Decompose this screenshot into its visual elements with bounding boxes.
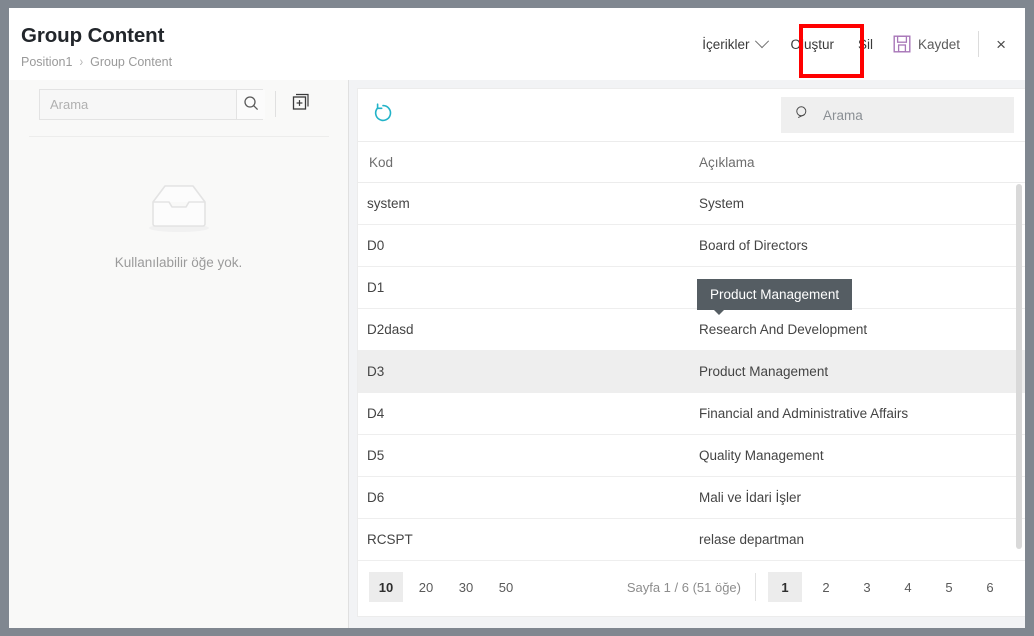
page-size-50[interactable]: 50 [489,572,523,602]
table-row[interactable]: D2dasd Research And Development [358,309,1025,351]
cell-aciklama: relase departman [690,532,1025,547]
search-icon [795,105,810,125]
page-4[interactable]: 4 [891,572,925,602]
table-row[interactable]: D5 Quality Management [358,435,1025,477]
grid-search-input[interactable] [821,107,1002,124]
cell-kod: D2dasd [358,322,690,337]
header-actions: İçerikler Oluştur Sil Kaydet [692,8,1015,80]
table-row[interactable]: D3 Product Management [358,351,1025,393]
page-size-10[interactable]: 10 [369,572,403,602]
dialog-window: Group Content Position1 › Group Content … [9,8,1025,628]
right-panel: Kod Açıklama system System D0 Board of D… [357,88,1025,617]
header-divider [978,31,979,57]
empty-state-label: Kullanılabilir öğe yok. [9,255,348,270]
chevron-down-icon [754,34,768,48]
table-row[interactable]: RCSPT relase departman [358,519,1025,561]
cell-aciklama: Board of Directors [690,238,1025,253]
column-header-aciklama[interactable]: Açıklama [690,155,1025,170]
add-square-icon [291,92,311,117]
page-size-30[interactable]: 30 [449,572,483,602]
refresh-button[interactable] [369,101,397,129]
table-row[interactable]: D6 Mali ve İdari İşler [358,477,1025,519]
pagination-divider [755,573,756,601]
row-tooltip: Product Management [697,279,852,310]
chevron-right-icon: › [79,55,83,70]
table-row[interactable]: D1 Sales and Marketing [358,267,1025,309]
contents-dropdown-button[interactable]: İçerikler [692,29,776,60]
create-button[interactable]: Oluştur [777,29,849,60]
save-button[interactable]: Kaydet [883,27,970,61]
cell-aciklama: Financial and Administrative Affairs [690,406,1025,421]
page-6[interactable]: 6 [973,572,1007,602]
cell-aciklama: Research And Development [690,322,1025,337]
dialog-header: Group Content Position1 › Group Content … [9,8,1025,81]
cell-kod: D3 [358,364,690,379]
cell-kod: system [358,196,690,211]
page-3[interactable]: 3 [850,572,884,602]
grid-header-row: Kod Açıklama [358,142,1025,183]
table-row[interactable]: D4 Financial and Administrative Affairs [358,393,1025,435]
breadcrumb-item-position1[interactable]: Position1 [21,55,72,69]
left-toolbar-divider [275,91,276,117]
tooltip-arrow [714,310,724,315]
left-search-button[interactable] [236,90,265,119]
grid-search-group [781,97,1014,133]
floppy-disk-icon [893,35,911,53]
cell-kod: D5 [358,448,690,463]
left-search-group [39,89,263,120]
add-item-button[interactable] [288,91,314,117]
pagination-info: Sayfa 1 / 6 (51 öğe) [627,580,755,595]
save-button-label: Kaydet [918,37,960,52]
app-root: Group Content Position1 › Group Content … [0,0,1034,636]
left-panel-empty-state: Kullanılabilir öğe yok. [9,180,348,270]
left-search-input[interactable] [40,90,236,119]
close-button[interactable]: × [987,30,1015,59]
grid-vertical-scrollbar[interactable] [1016,184,1022,549]
cell-aciklama: System [690,196,1025,211]
tooltip-text: Product Management [710,287,839,302]
pagination: 10 20 30 50 Sayfa 1 / 6 (51 öğe) 1 2 3 4… [358,561,1025,613]
breadcrumb: Position1 › Group Content [21,55,172,69]
left-panel-toolbar [9,80,348,128]
dialog-body: Kullanılabilir öğe yok. [9,80,1025,628]
search-icon [243,95,259,114]
cell-kod: D4 [358,406,690,421]
cell-kod: D0 [358,238,690,253]
cell-kod: D1 [358,280,690,295]
column-header-kod[interactable]: Kod [358,155,690,170]
page-size-20[interactable]: 20 [409,572,443,602]
left-panel: Kullanılabilir öğe yok. [9,80,349,628]
empty-inbox-icon [143,223,215,240]
cell-kod: RCSPT [358,532,690,547]
cell-aciklama: Mali ve İdari İşler [690,490,1025,505]
table-row[interactable]: D0 Board of Directors [358,225,1025,267]
cell-kod: D6 [358,490,690,505]
page-2[interactable]: 2 [809,572,843,602]
refresh-icon [372,102,394,129]
grid-body: system System D0 Board of Directors D1 S… [358,183,1025,561]
contents-dropdown-label: İçerikler [702,37,749,52]
left-panel-divider [29,136,329,137]
grid-toolbar [358,89,1025,142]
cell-aciklama: Product Management [690,364,1025,379]
page-1[interactable]: 1 [768,572,802,602]
cell-aciklama: Quality Management [690,448,1025,463]
delete-button[interactable]: Sil [848,29,883,60]
page-title: Group Content [21,24,164,48]
page-5[interactable]: 5 [932,572,966,602]
breadcrumb-item-group-content[interactable]: Group Content [90,55,172,69]
table-row[interactable]: system System [358,183,1025,225]
